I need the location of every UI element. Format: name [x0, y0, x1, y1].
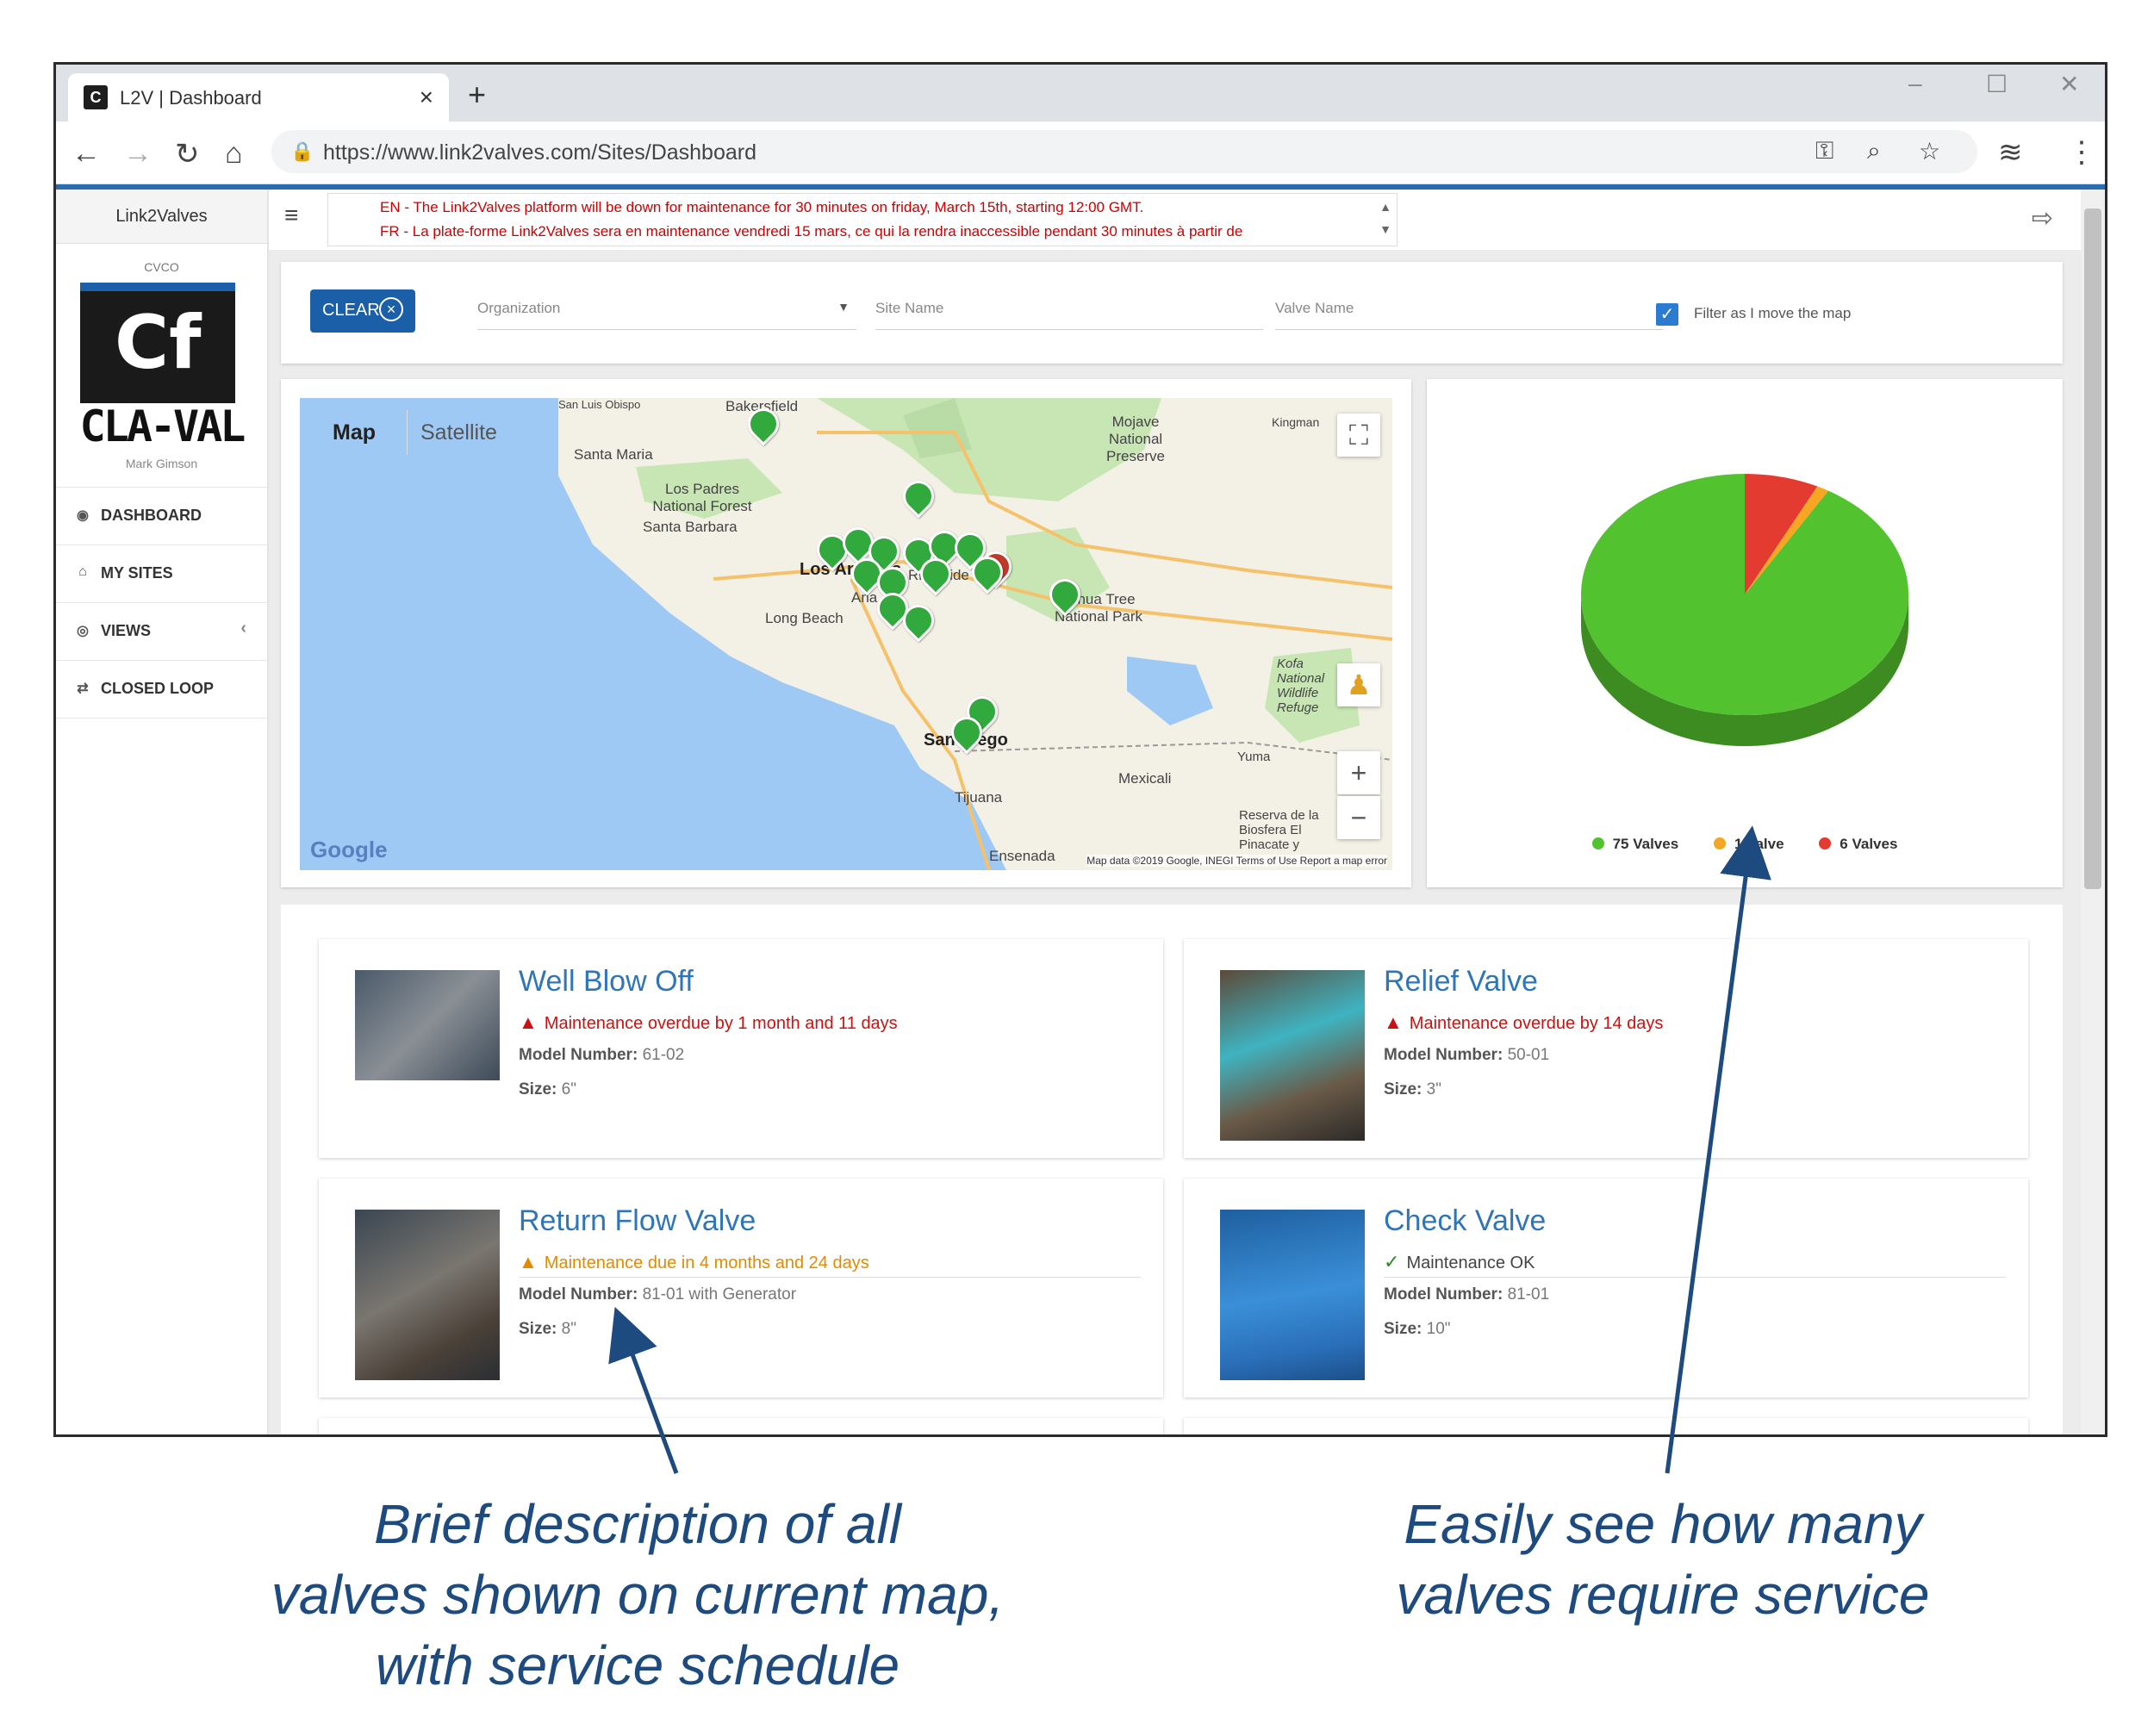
arrow-to-chart-legend	[1665, 825, 1771, 1474]
caption-left: Brief description of all valves shown on…	[190, 1489, 1086, 1701]
caption-right-line: valves require service	[1396, 1564, 1930, 1626]
caption-left-line: with service schedule	[375, 1634, 900, 1696]
caption-left-line: Brief description of all	[374, 1493, 901, 1555]
caption-right-line: Easily see how many	[1404, 1493, 1922, 1555]
caption-right: Easily see how many valves require servi…	[1327, 1489, 1999, 1630]
caption-left-line: valves shown on current map,	[271, 1564, 1005, 1626]
arrow-to-valve-list	[608, 1306, 679, 1474]
annotation-arrows	[608, 825, 1771, 1474]
